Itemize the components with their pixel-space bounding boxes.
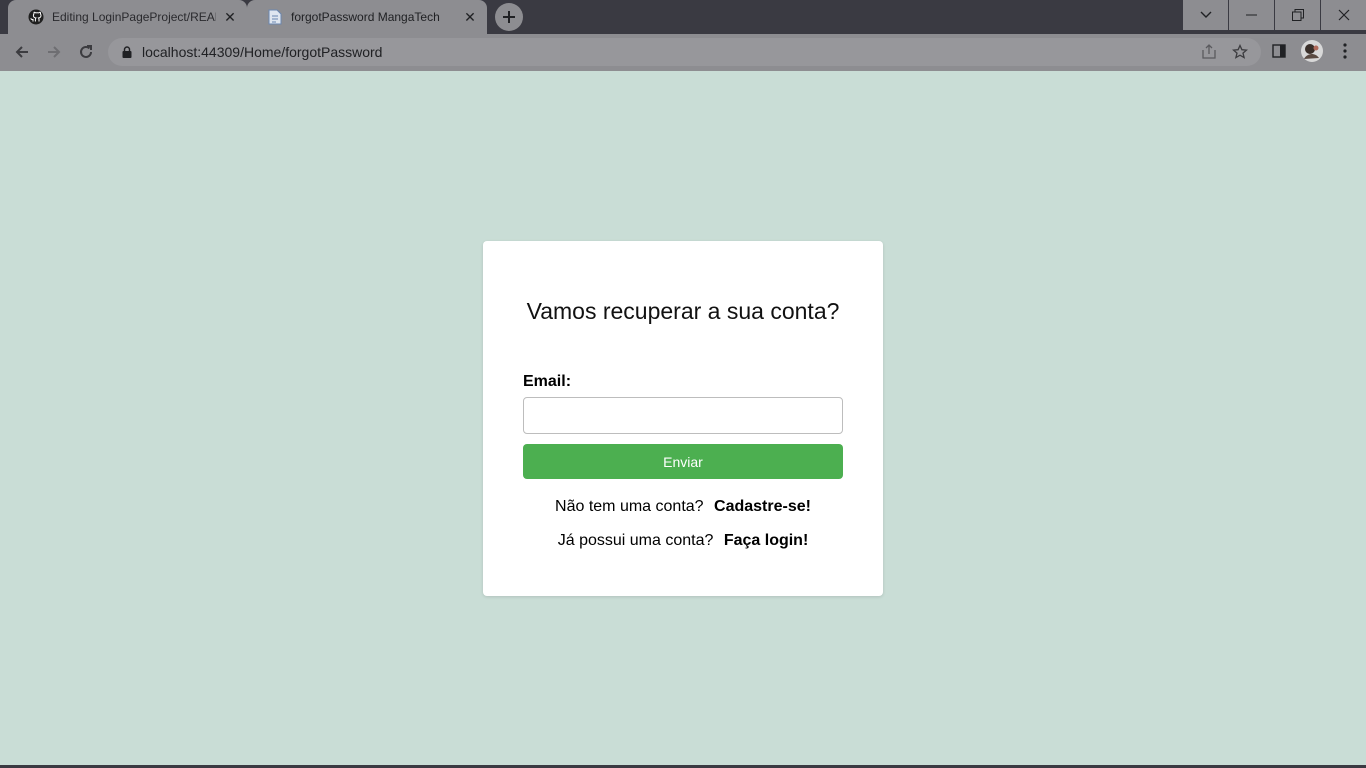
close-icon[interactable]: ✕ <box>462 9 478 25</box>
profile-avatar[interactable] <box>1299 38 1325 64</box>
tab-strip: Editing LoginPageProject/READM ✕ forgotP… <box>0 0 1366 34</box>
tab-forgot-password[interactable]: forgotPassword MangaTech ✕ <box>247 0 487 34</box>
avatar-icon <box>1301 40 1323 62</box>
email-field[interactable] <box>523 397 843 434</box>
signup-line: Não tem uma conta? Cadastre-se! <box>483 498 883 516</box>
signup-link[interactable]: Cadastre-se! <box>714 498 811 515</box>
close-icon <box>1338 9 1349 21</box>
back-button[interactable] <box>9 39 35 65</box>
login-link[interactable]: Faça login! <box>724 532 808 549</box>
url-text: localhost:44309/Home/forgotPassword <box>142 44 383 60</box>
minimize-icon <box>1246 14 1257 16</box>
reload-icon <box>80 45 92 58</box>
login-line: Já possui uma conta? Faça login! <box>483 532 883 550</box>
github-icon <box>28 9 44 25</box>
arrow-left-icon <box>15 46 28 58</box>
address-bar[interactable]: localhost:44309/Home/forgotPassword <box>108 38 1261 66</box>
tab-search-button[interactable] <box>1183 0 1228 30</box>
side-panel-button[interactable] <box>1266 38 1292 64</box>
tab-title: Editing LoginPageProject/READM <box>52 10 216 24</box>
close-icon[interactable]: ✕ <box>222 9 238 25</box>
side-panel-icon <box>1272 44 1286 58</box>
login-prompt: Já possui uma conta? <box>557 532 714 549</box>
menu-button[interactable] <box>1332 38 1358 64</box>
restore-icon <box>1291 9 1304 21</box>
lock-icon <box>120 45 134 59</box>
window-close-button[interactable] <box>1321 0 1366 30</box>
new-tab-button[interactable] <box>495 3 523 31</box>
kebab-menu-icon <box>1343 43 1347 59</box>
page-icon <box>267 9 283 25</box>
browser-toolbar: localhost:44309/Home/forgotPassword <box>0 34 1366 71</box>
page-title: Vamos recuperar a sua conta? <box>526 298 840 324</box>
forgot-password-card: Vamos recuperar a sua conta? Email: Envi… <box>483 241 883 596</box>
reload-button[interactable] <box>73 39 99 65</box>
restore-button[interactable] <box>1275 0 1320 30</box>
forward-button[interactable] <box>41 39 67 65</box>
tab-github-editing[interactable]: Editing LoginPageProject/READM ✕ <box>8 0 247 34</box>
submit-button[interactable]: Enviar <box>523 444 843 479</box>
share-icon[interactable] <box>1201 44 1217 65</box>
star-icon[interactable] <box>1231 43 1249 65</box>
minimize-button[interactable] <box>1229 0 1274 30</box>
chevron-down-icon <box>1200 11 1211 18</box>
arrow-right-icon <box>48 46 61 58</box>
signup-prompt: Não tem uma conta? <box>555 498 704 515</box>
email-label: Email: <box>523 373 572 390</box>
plus-icon <box>503 11 515 23</box>
tab-title: forgotPassword MangaTech <box>291 10 440 24</box>
